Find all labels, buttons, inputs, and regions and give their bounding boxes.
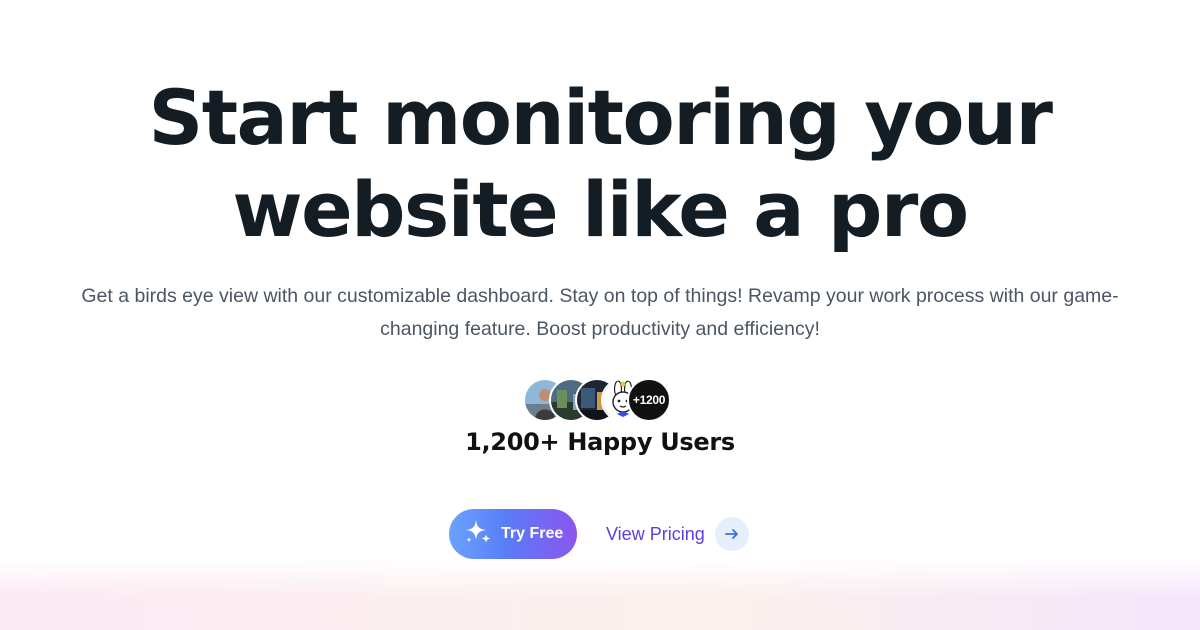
bottom-gradient-band <box>0 558 1200 630</box>
arrow-right-icon <box>714 517 749 551</box>
try-free-button[interactable]: Try Free <box>449 509 577 559</box>
hero-title: Start monitoring your website like a pro <box>0 72 1200 256</box>
hero-title-line-1: Start monitoring your <box>148 73 1053 162</box>
avatar-stack: +1200 <box>523 378 673 424</box>
hero-subtitle: Get a birds eye view with our customizab… <box>81 285 1119 340</box>
view-pricing-link[interactable]: View Pricing <box>606 515 749 553</box>
sparkles-icon <box>463 517 493 552</box>
view-pricing-label: View Pricing <box>606 523 705 544</box>
happy-users-label: 1,200+ Happy Users <box>465 428 735 456</box>
try-free-label: Try Free <box>501 525 564 542</box>
extra-users-count-badge: +1200 <box>627 378 671 422</box>
hero-title-line-2: website like a pro <box>232 165 969 254</box>
landing-page: Start monitoring your website like a pro… <box>0 0 1200 630</box>
